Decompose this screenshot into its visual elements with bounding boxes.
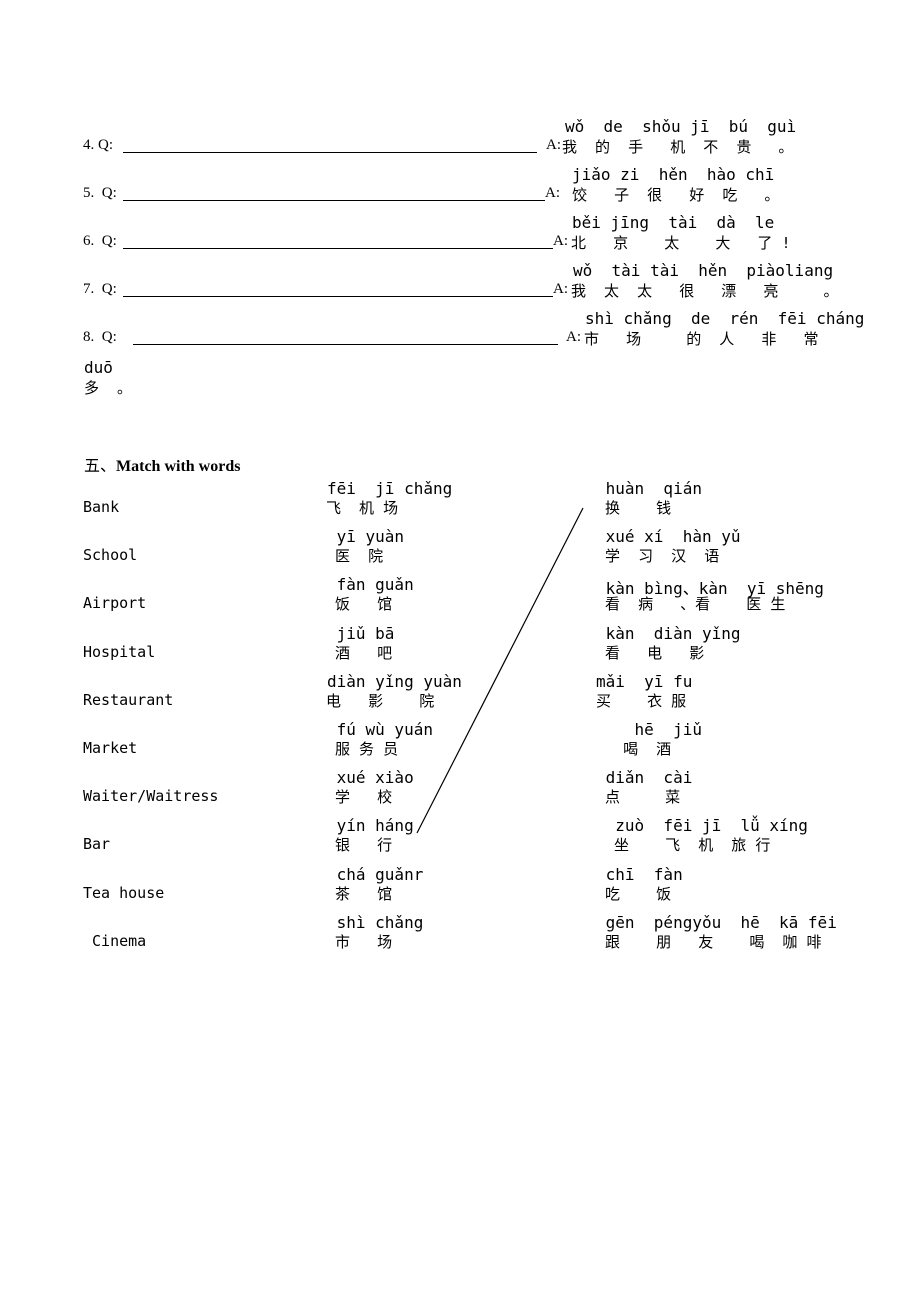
place-hanzi[interactable]: 银 行: [326, 834, 392, 855]
activity-hanzi[interactable]: 跟 朋 友 喝 咖 啡: [596, 931, 821, 952]
place-hanzi[interactable]: 茶 馆: [326, 883, 392, 904]
english-word[interactable]: Market: [83, 739, 137, 757]
place-pinyin[interactable]: shì chǎng: [327, 913, 424, 932]
activity-pinyin[interactable]: hē jiǔ: [596, 720, 702, 739]
section-number: 五、: [84, 458, 117, 475]
english-word[interactable]: Airport: [83, 594, 146, 612]
english-word[interactable]: School: [83, 546, 137, 564]
activity-pinyin[interactable]: mǎi yī fu: [596, 672, 692, 691]
answer-blank[interactable]: [123, 296, 553, 297]
place-pinyin[interactable]: jiǔ bā: [327, 624, 395, 643]
question-label: 7. Q:: [83, 281, 117, 297]
answer-prefix: A:: [546, 137, 561, 153]
english-word[interactable]: Waiter/Waitress: [83, 787, 218, 805]
activity-pinyin[interactable]: gēn péngyǒu hē kā fēi: [596, 913, 837, 932]
answer-hanzi: 我 的 手 机 不 贵 。: [562, 138, 794, 156]
answer-hanzi: 我 太 太 很 漂 亮 。: [571, 282, 839, 300]
answer-pinyin: běi jīng tài dà le: [572, 213, 775, 232]
answer-blank[interactable]: [123, 152, 537, 153]
activity-hanzi[interactable]: 点 菜: [596, 786, 680, 807]
activity-pinyin[interactable]: xué xí hàn yǔ: [596, 527, 741, 546]
activity-pinyin[interactable]: zuò fēi jī lǚ xíng: [596, 816, 808, 835]
answer-blank[interactable]: [123, 200, 545, 201]
section-heading: Match with words: [116, 458, 241, 475]
activity-pinyin[interactable]: chī fàn: [596, 865, 683, 884]
place-hanzi[interactable]: 电 影 院: [326, 690, 434, 711]
activity-pinyin[interactable]: kàn diàn yǐng: [596, 624, 741, 643]
place-pinyin[interactable]: diàn yǐng yuàn: [327, 672, 462, 691]
answer-prefix: A:: [553, 281, 568, 297]
place-hanzi[interactable]: 飞 机 场: [326, 497, 398, 518]
place-hanzi[interactable]: 酒 吧: [326, 642, 392, 663]
section-title: 五、Match with words: [84, 452, 240, 476]
activity-hanzi[interactable]: 学 习 汉 语: [596, 545, 719, 566]
activity-hanzi[interactable]: 换 钱: [596, 497, 671, 518]
continuation-pinyin: duō: [84, 358, 113, 377]
question-label: 6. Q:: [83, 233, 117, 249]
answer-hanzi: 饺 子 很 好 吃 。: [563, 186, 780, 204]
place-hanzi[interactable]: 学 校: [326, 786, 392, 807]
english-word[interactable]: Restaurant: [83, 691, 173, 709]
answer-prefix: A:: [545, 185, 560, 201]
english-word[interactable]: Bar: [83, 835, 110, 853]
question-label: 5. Q:: [83, 185, 117, 201]
english-word[interactable]: Bank: [83, 498, 119, 516]
place-pinyin[interactable]: fú wù yuán: [327, 720, 433, 739]
activity-hanzi[interactable]: 看 病 、看 医 生: [596, 593, 785, 614]
answer-pinyin: wǒ tài tài hěn piàoliang: [573, 261, 834, 280]
activity-pinyin[interactable]: huàn qián: [596, 479, 702, 498]
english-word[interactable]: Tea house: [83, 884, 164, 902]
english-word[interactable]: Cinema: [83, 932, 146, 950]
match-line-bank-exchange: [416, 507, 584, 834]
question-label: 4. Q:: [83, 137, 113, 153]
place-hanzi[interactable]: 饭 馆: [326, 593, 392, 614]
answer-pinyin: wǒ de shǒu jī bú guì: [565, 117, 797, 136]
place-pinyin[interactable]: yín háng: [327, 816, 414, 835]
place-pinyin[interactable]: fàn guǎn: [327, 575, 414, 594]
place-pinyin[interactable]: yī yuàn: [327, 527, 404, 546]
answer-blank[interactable]: [123, 248, 553, 249]
answer-pinyin: jiǎo zi hěn hào chī: [572, 165, 775, 184]
place-hanzi[interactable]: 服 务 员: [326, 738, 398, 759]
activity-hanzi[interactable]: 买 衣 服: [596, 690, 686, 711]
answer-prefix: A:: [566, 329, 581, 345]
answer-blank[interactable]: [133, 344, 558, 345]
place-hanzi[interactable]: 医 院: [326, 545, 383, 566]
answer-hanzi: 北 京 太 大 了 !: [571, 234, 791, 252]
activity-hanzi[interactable]: 喝 酒: [596, 738, 671, 759]
place-pinyin[interactable]: fēi jī chǎng: [327, 479, 452, 498]
activity-hanzi[interactable]: 坐 飞 机 旅 行: [596, 834, 770, 855]
activity-pinyin[interactable]: diǎn cài: [596, 768, 693, 787]
activity-hanzi[interactable]: 吃 饭: [596, 883, 671, 904]
answer-prefix: A:: [553, 233, 568, 249]
continuation-hanzi: 多 。: [84, 379, 133, 397]
place-hanzi[interactable]: 市 场: [326, 931, 392, 952]
place-pinyin[interactable]: xué xiào: [327, 768, 414, 787]
activity-hanzi[interactable]: 看 电 影: [596, 642, 704, 663]
answer-pinyin: shì chǎng de rén fēi cháng: [585, 309, 865, 328]
answer-hanzi: 市 场 的 人 非 常: [584, 330, 819, 348]
place-pinyin[interactable]: chá guǎnr: [327, 865, 424, 884]
question-label: 8. Q:: [83, 329, 117, 345]
english-word[interactable]: Hospital: [83, 643, 155, 661]
